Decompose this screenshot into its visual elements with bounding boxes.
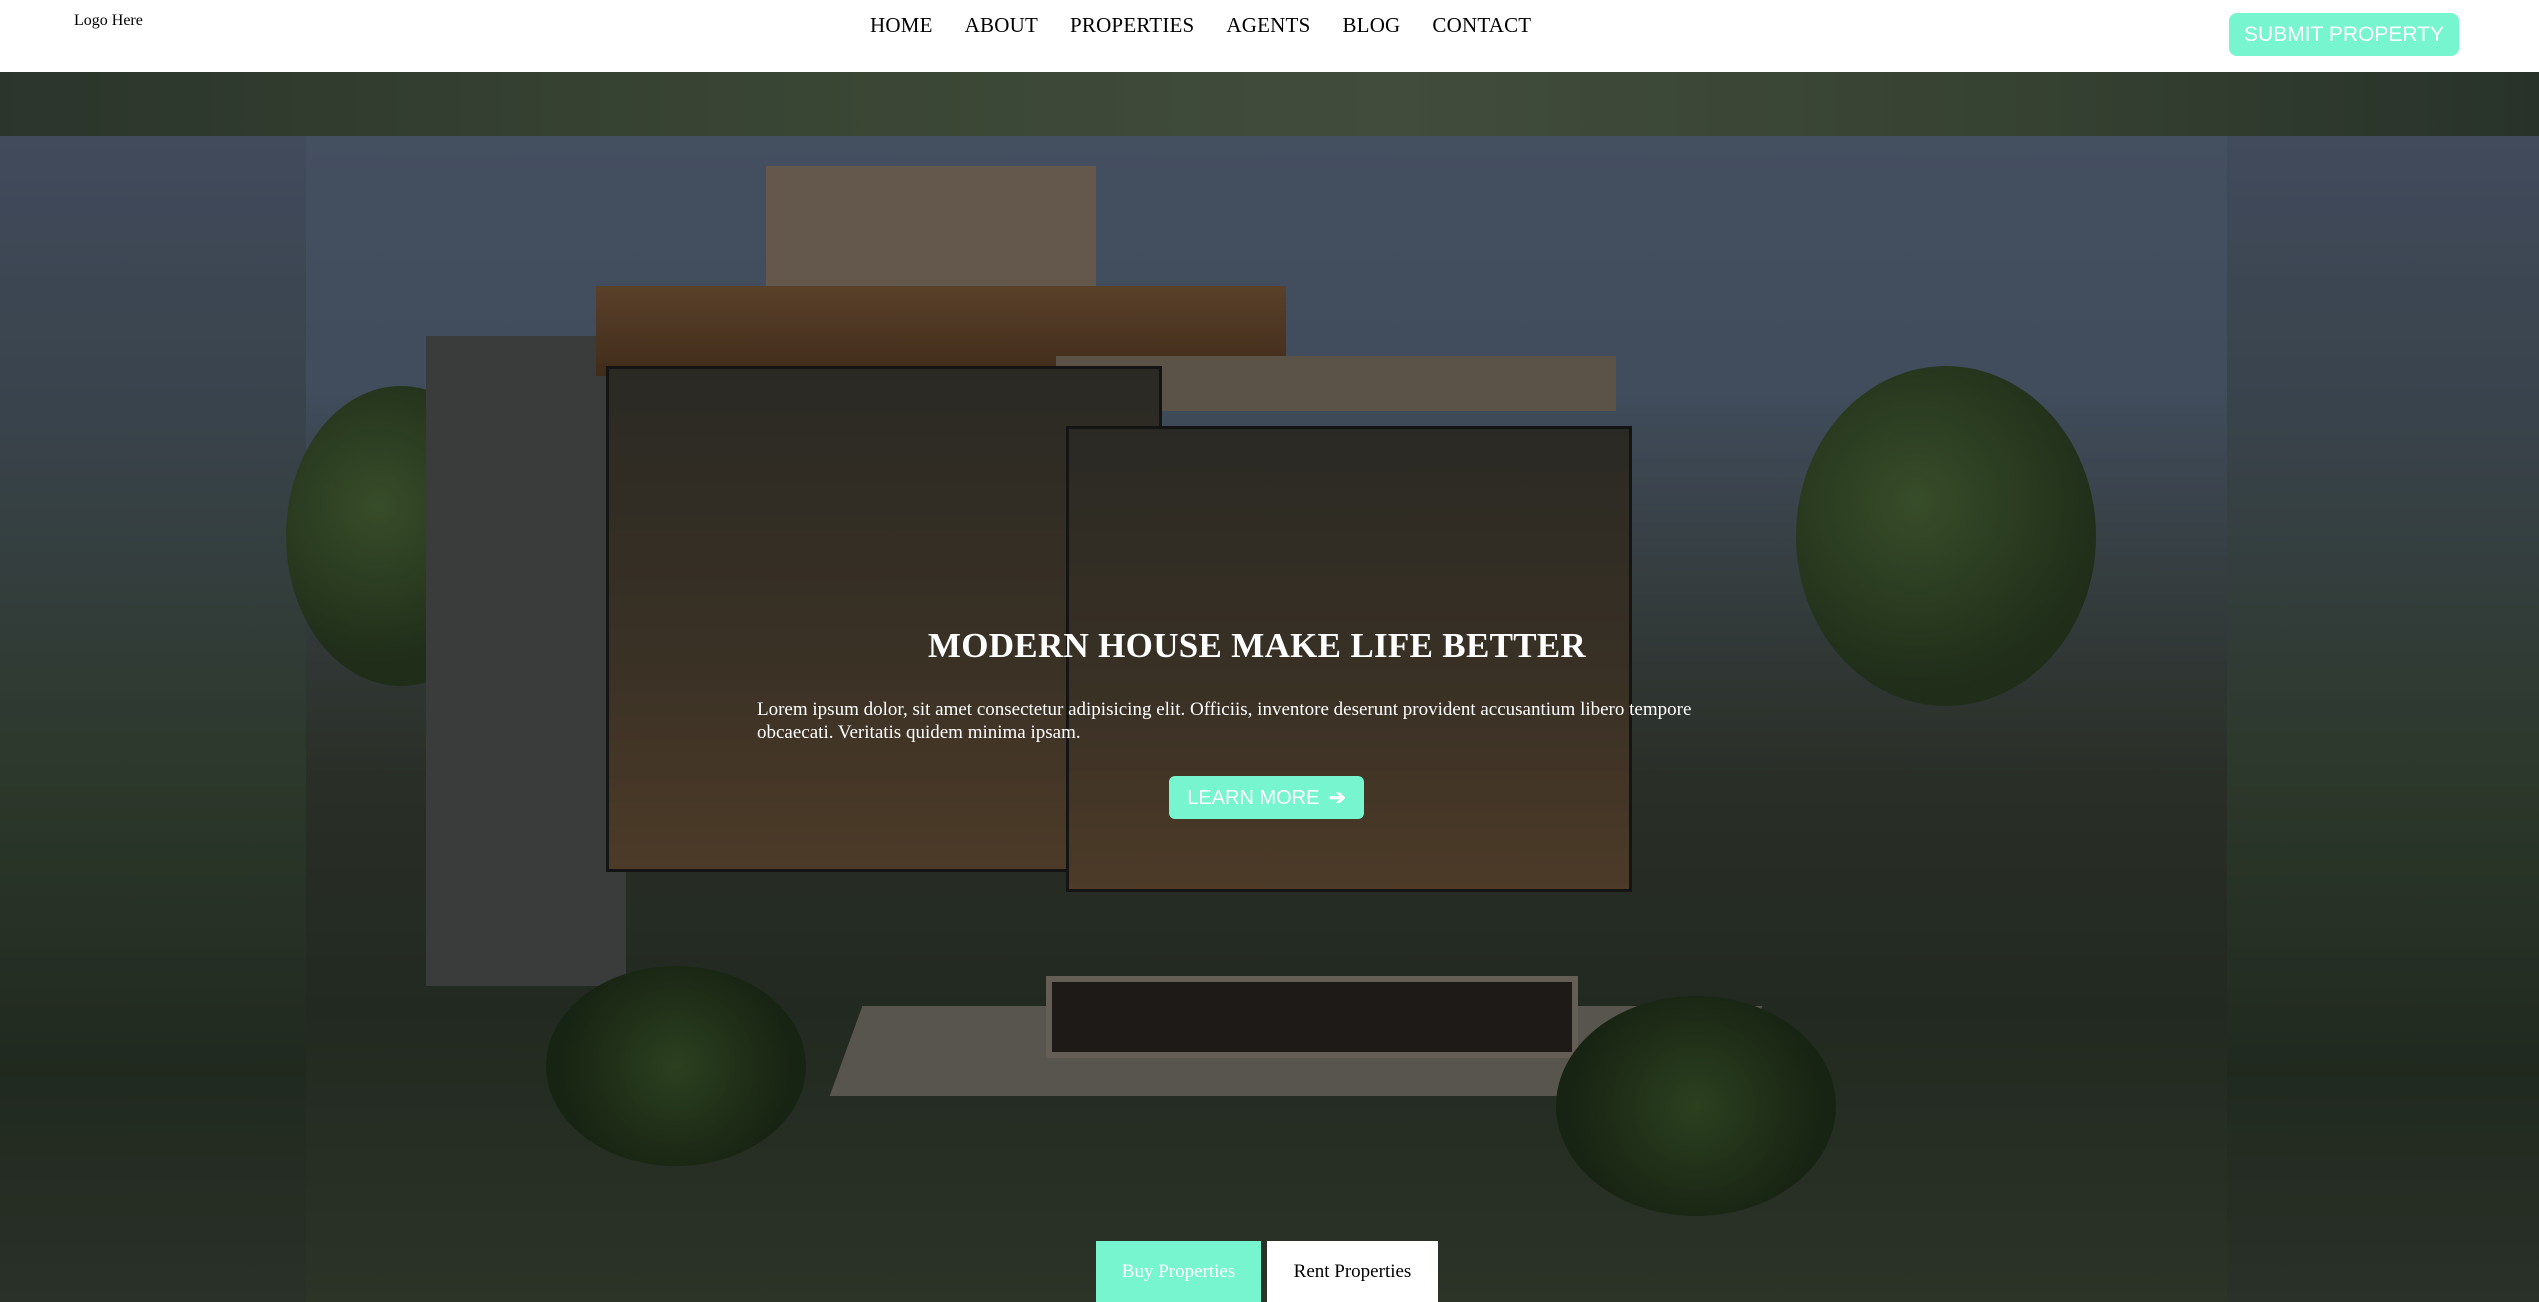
nav-contact-link[interactable]: CONTACT [1432, 13, 1531, 38]
learn-more-label: LEARN MORE [1187, 787, 1320, 809]
main-nav: HOME ABOUT PROPERTIES AGENTS BLOG CONTAC… [870, 13, 1531, 38]
tab-rent-properties[interactable]: Rent Properties [1267, 1241, 1438, 1302]
nav-about-link[interactable]: ABOUT [965, 13, 1038, 38]
learn-more-button[interactable]: LEARN MORE ➔ [1169, 776, 1364, 819]
hero-section [0, 72, 2539, 1302]
logo[interactable]: Logo Here [74, 12, 143, 30]
site-header: Logo Here HOME ABOUT PROPERTIES AGENTS B… [0, 0, 2539, 72]
hero-description: Lorem ipsum dolor, sit amet consectetur … [757, 699, 1692, 743]
hero-title: MODERN HOUSE MAKE LIFE BETTER [927, 626, 1587, 665]
tab-buy-properties[interactable]: Buy Properties [1096, 1241, 1261, 1302]
submit-property-button[interactable]: SUBMIT PROPERTY [2229, 13, 2459, 56]
hero-overlay [0, 72, 2539, 1302]
nav-agents-link[interactable]: AGENTS [1226, 13, 1310, 38]
nav-blog-link[interactable]: BLOG [1342, 13, 1400, 38]
arrow-right-icon: ➔ [1329, 787, 1346, 809]
nav-properties-link[interactable]: PROPERTIES [1070, 13, 1194, 38]
nav-home-link[interactable]: HOME [870, 13, 933, 38]
